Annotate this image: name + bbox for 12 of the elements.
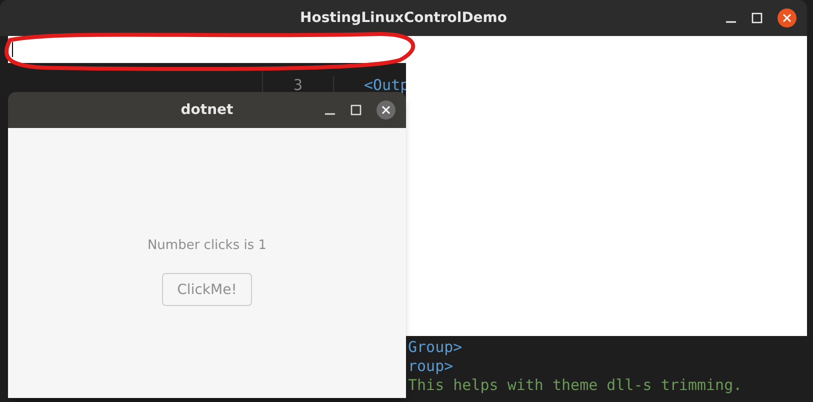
maximize-icon[interactable] xyxy=(751,12,763,24)
click-button[interactable]: ClickMe! xyxy=(162,273,252,306)
close-icon[interactable] xyxy=(376,100,396,120)
code-line: roup> xyxy=(408,357,454,375)
code-line: This helps with theme dll-s trimming. xyxy=(408,376,742,394)
maximize-icon[interactable] xyxy=(350,104,362,116)
window-title: dotnet xyxy=(180,102,234,118)
text-input-field[interactable] xyxy=(8,36,406,63)
close-icon[interactable] xyxy=(777,8,797,28)
window-title: HostingLinuxControlDemo xyxy=(300,10,508,26)
code-line: Group> xyxy=(408,338,464,356)
click-count-label: Number clicks is 1 xyxy=(147,238,267,253)
